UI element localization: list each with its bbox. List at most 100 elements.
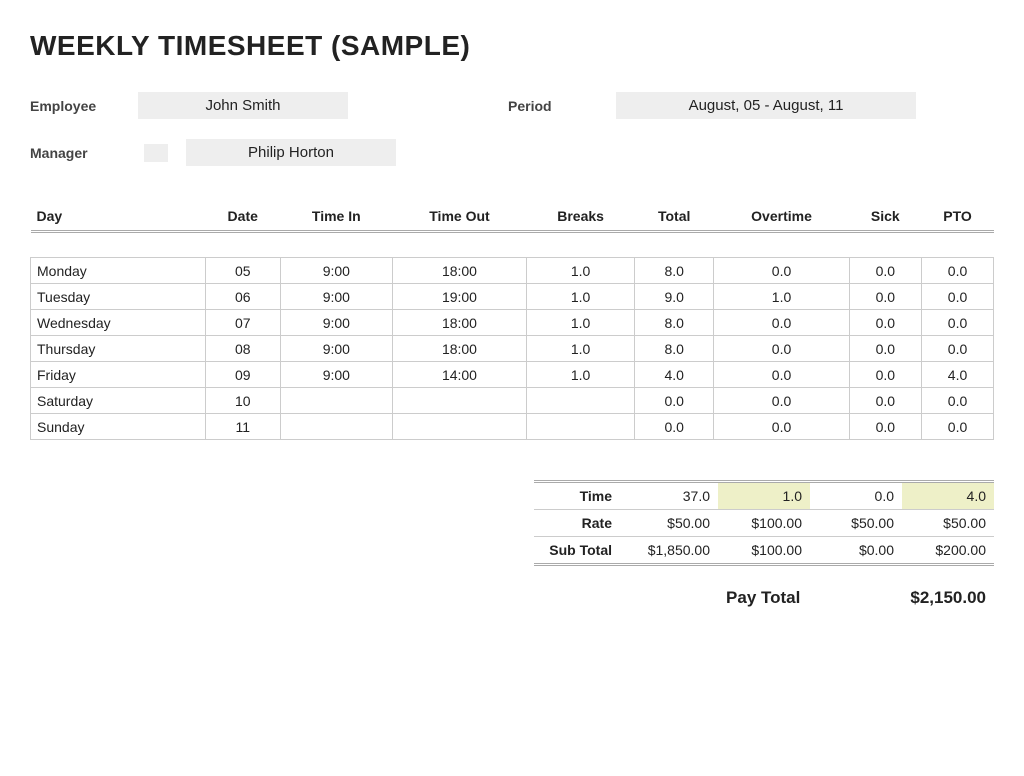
cell[interactable]: 0.0 xyxy=(634,388,714,414)
cell[interactable]: 0.0 xyxy=(922,414,994,440)
employee-value[interactable]: John Smith xyxy=(138,92,348,119)
cell[interactable]: 0.0 xyxy=(922,336,994,362)
cell[interactable]: Wednesday xyxy=(31,310,206,336)
cell[interactable]: 9:00 xyxy=(280,336,392,362)
cell[interactable]: 0.0 xyxy=(849,336,921,362)
table-row: Saturday100.00.00.00.0 xyxy=(31,388,994,414)
summary-time-pto: 4.0 xyxy=(902,482,994,510)
cell[interactable]: 8.0 xyxy=(634,310,714,336)
cell[interactable]: 1.0 xyxy=(527,336,635,362)
th-date: Date xyxy=(205,202,280,232)
cell[interactable]: 9:00 xyxy=(280,258,392,284)
cell[interactable]: Monday xyxy=(31,258,206,284)
cell[interactable] xyxy=(527,414,635,440)
cell[interactable]: 9:00 xyxy=(280,284,392,310)
cell[interactable]: 05 xyxy=(205,258,280,284)
cell[interactable]: 09 xyxy=(205,362,280,388)
table-row: Thursday089:0018:001.08.00.00.00.0 xyxy=(31,336,994,362)
cell[interactable]: 9:00 xyxy=(280,362,392,388)
cell[interactable]: 10 xyxy=(205,388,280,414)
cell[interactable]: 0.0 xyxy=(849,284,921,310)
manager-tab xyxy=(144,144,168,162)
cell[interactable]: 4.0 xyxy=(922,362,994,388)
cell[interactable]: 0.0 xyxy=(714,414,849,440)
cell[interactable]: Thursday xyxy=(31,336,206,362)
th-time-out: Time Out xyxy=(392,202,527,232)
summary-subtotal-total: $1,850.00 xyxy=(626,537,718,565)
cell[interactable]: 0.0 xyxy=(849,388,921,414)
summary-rate-ot: $100.00 xyxy=(718,510,810,537)
cell[interactable]: 0.0 xyxy=(714,336,849,362)
summary-time-label: Time xyxy=(534,482,626,510)
timesheet-table: Day Date Time In Time Out Breaks Total O… xyxy=(30,202,994,440)
cell[interactable]: Friday xyxy=(31,362,206,388)
summary-rate-total: $50.00 xyxy=(626,510,718,537)
cell[interactable]: 8.0 xyxy=(634,336,714,362)
cell[interactable]: 0.0 xyxy=(922,310,994,336)
cell[interactable]: Sunday xyxy=(31,414,206,440)
cell[interactable]: Tuesday xyxy=(31,284,206,310)
summary-rate-pto: $50.00 xyxy=(902,510,994,537)
cell[interactable] xyxy=(392,388,527,414)
summary-time-sick: 0.0 xyxy=(810,482,902,510)
manager-label: Manager xyxy=(30,145,120,161)
cell[interactable]: 9.0 xyxy=(634,284,714,310)
table-row: Wednesday079:0018:001.08.00.00.00.0 xyxy=(31,310,994,336)
th-overtime: Overtime xyxy=(714,202,849,232)
cell[interactable]: 11 xyxy=(205,414,280,440)
cell[interactable]: 0.0 xyxy=(714,388,849,414)
th-pto: PTO xyxy=(922,202,994,232)
summary-table: Time 37.0 1.0 0.0 4.0 Rate $50.00 $100.0… xyxy=(534,480,994,566)
cell[interactable]: 1.0 xyxy=(527,258,635,284)
cell[interactable]: 0.0 xyxy=(849,414,921,440)
th-breaks: Breaks xyxy=(527,202,635,232)
table-row: Tuesday069:0019:001.09.01.00.00.0 xyxy=(31,284,994,310)
meta-row-1: Employee John Smith Period August, 05 - … xyxy=(30,92,994,119)
cell[interactable]: 0.0 xyxy=(922,258,994,284)
cell[interactable] xyxy=(280,414,392,440)
summary-rate-sick: $50.00 xyxy=(810,510,902,537)
cell[interactable]: 18:00 xyxy=(392,336,527,362)
cell[interactable]: 08 xyxy=(205,336,280,362)
cell[interactable]: 0.0 xyxy=(849,310,921,336)
cell[interactable]: 18:00 xyxy=(392,258,527,284)
cell[interactable]: 1.0 xyxy=(527,362,635,388)
cell[interactable]: 8.0 xyxy=(634,258,714,284)
th-total: Total xyxy=(634,202,714,232)
cell[interactable]: 07 xyxy=(205,310,280,336)
table-row: Monday059:0018:001.08.00.00.00.0 xyxy=(31,258,994,284)
cell[interactable]: 0.0 xyxy=(849,362,921,388)
cell[interactable]: 0.0 xyxy=(714,362,849,388)
table-row: Sunday110.00.00.00.0 xyxy=(31,414,994,440)
cell[interactable] xyxy=(392,414,527,440)
cell[interactable]: 1.0 xyxy=(714,284,849,310)
cell[interactable]: 9:00 xyxy=(280,310,392,336)
cell[interactable]: 0.0 xyxy=(849,258,921,284)
summary-subtotal-label: Sub Total xyxy=(534,537,626,565)
cell[interactable]: 18:00 xyxy=(392,310,527,336)
cell[interactable]: Saturday xyxy=(31,388,206,414)
cell[interactable]: 06 xyxy=(205,284,280,310)
cell[interactable]: 0.0 xyxy=(714,258,849,284)
paytotal-row: Pay Total $2,150.00 xyxy=(30,588,994,608)
paytotal-value: $2,150.00 xyxy=(910,588,986,608)
cell[interactable]: 19:00 xyxy=(392,284,527,310)
cell[interactable]: 0.0 xyxy=(634,414,714,440)
cell[interactable]: 1.0 xyxy=(527,284,635,310)
summary-rate-label: Rate xyxy=(534,510,626,537)
manager-value[interactable]: Philip Horton xyxy=(186,139,396,166)
cell[interactable] xyxy=(280,388,392,414)
period-value[interactable]: August, 05 - August, 11 xyxy=(616,92,916,119)
th-day: Day xyxy=(31,202,206,232)
cell[interactable]: 0.0 xyxy=(714,310,849,336)
cell[interactable]: 4.0 xyxy=(634,362,714,388)
cell[interactable]: 14:00 xyxy=(392,362,527,388)
cell[interactable]: 0.0 xyxy=(922,284,994,310)
cell[interactable]: 1.0 xyxy=(527,310,635,336)
summary-subtotal-pto: $200.00 xyxy=(902,537,994,565)
cell[interactable] xyxy=(527,388,635,414)
period-label: Period xyxy=(508,98,598,114)
meta-row-2: Manager Philip Horton xyxy=(30,139,994,166)
th-time-in: Time In xyxy=(280,202,392,232)
cell[interactable]: 0.0 xyxy=(922,388,994,414)
